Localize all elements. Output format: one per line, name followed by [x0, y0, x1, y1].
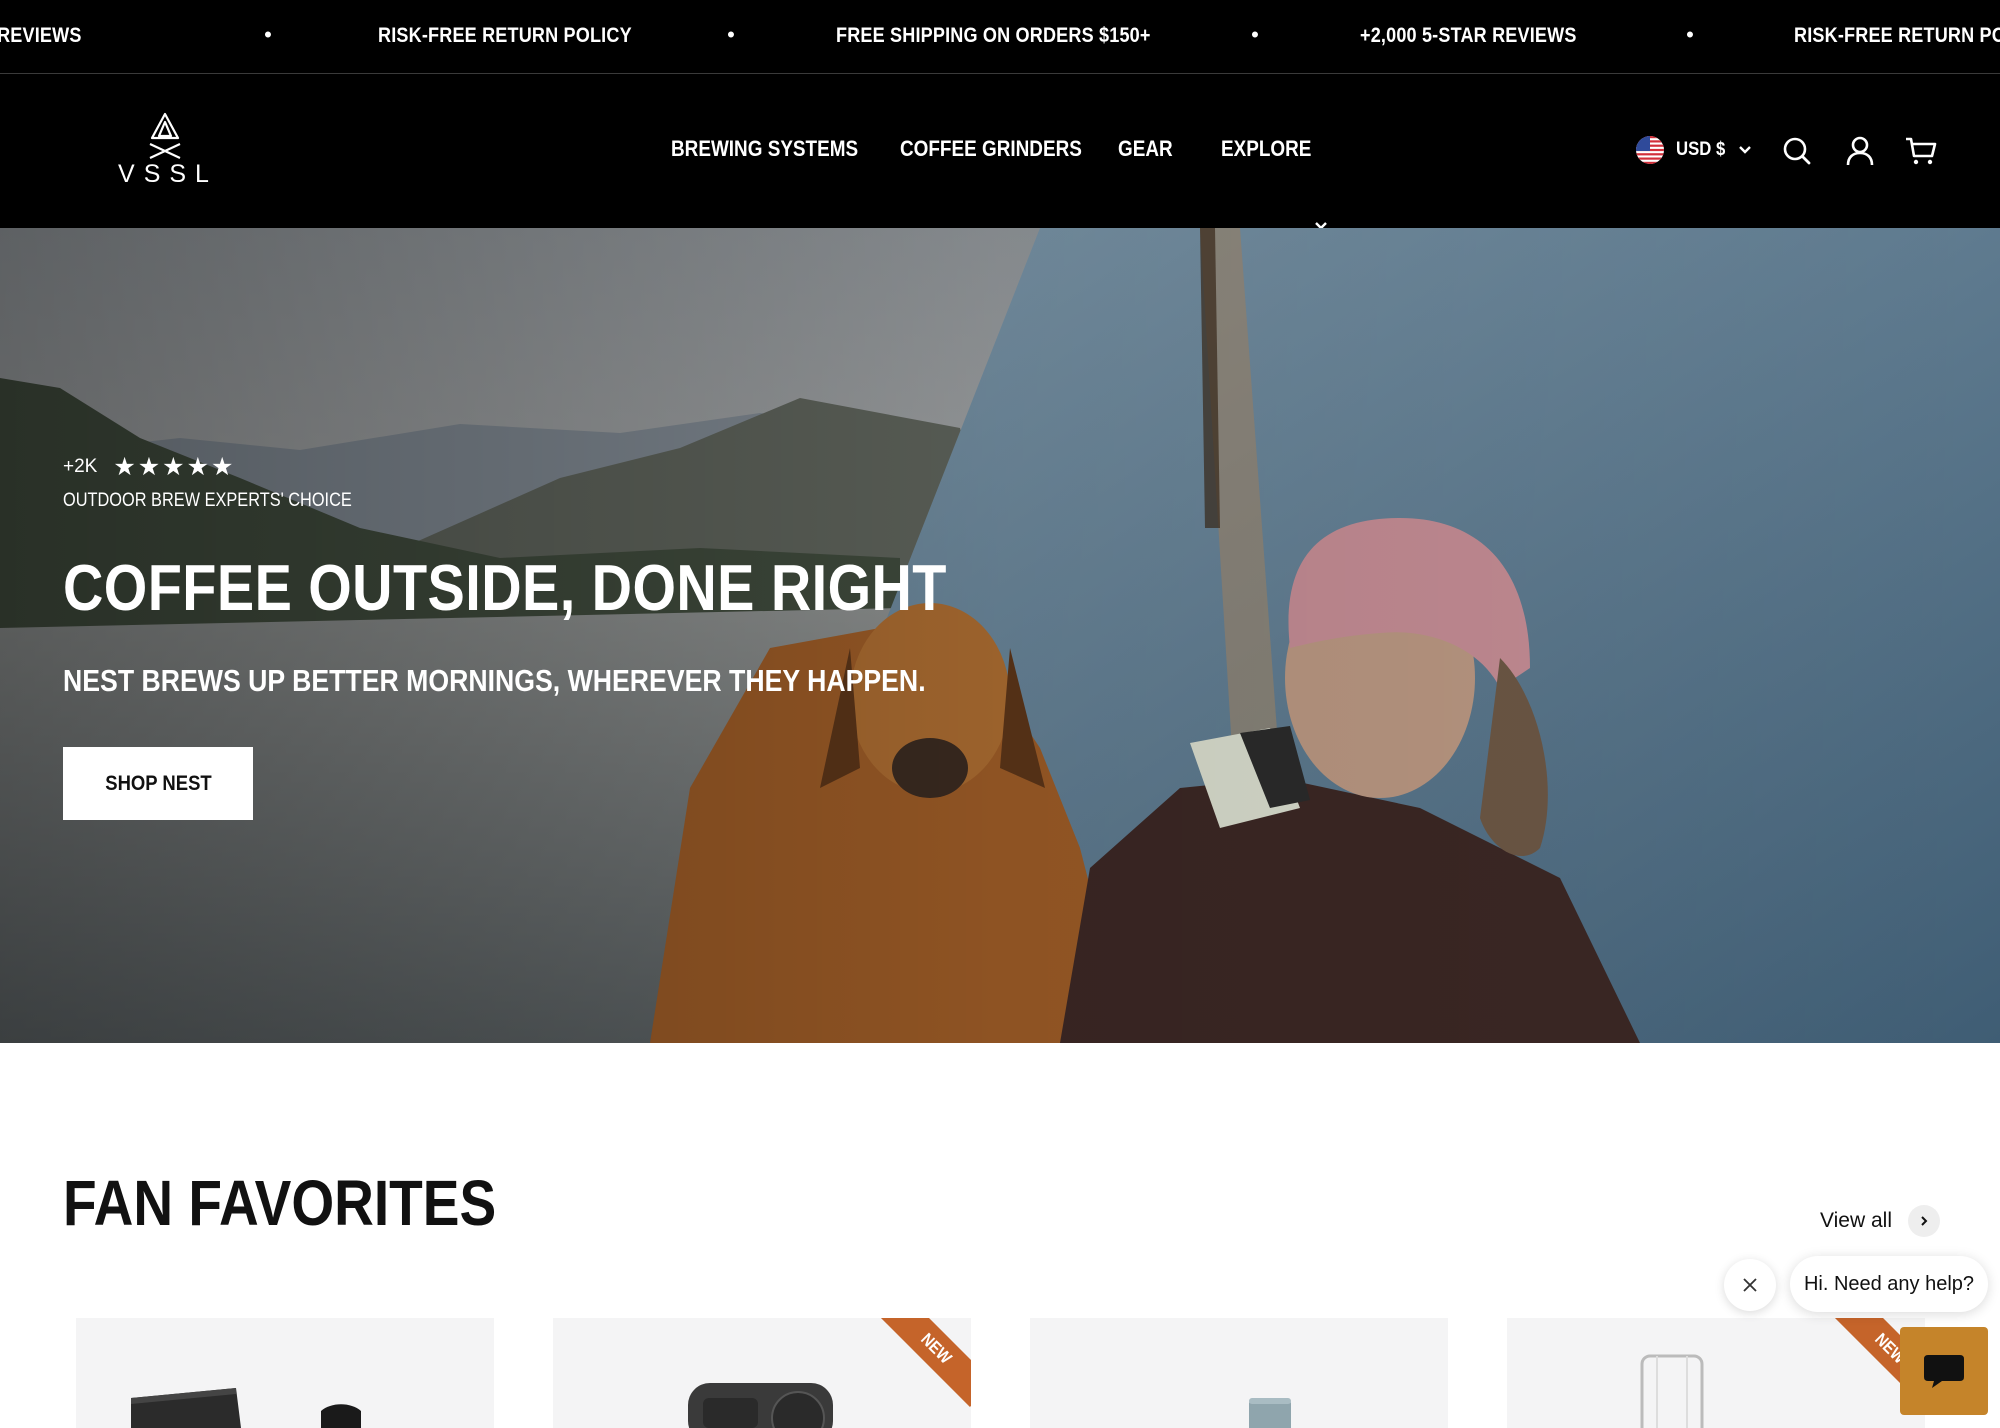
chat-dismiss-button[interactable] [1724, 1259, 1776, 1311]
view-all-button[interactable] [1907, 1205, 1940, 1237]
product-card[interactable] [76, 1318, 494, 1428]
currency-label: USD $ [1676, 139, 1726, 160]
nav-gear[interactable]: GEAR [1118, 136, 1173, 162]
hero-banner: +2K ★★★★★ OUTDOOR BREW EXPERTS' CHOICE C… [0, 228, 2000, 1043]
chat-message: Hi. Need any help? [1803, 1272, 1975, 1295]
product-card[interactable]: NEW [1507, 1318, 1925, 1428]
rating-count: +2K [63, 456, 98, 477]
hero-subtitle: NEST BREWS UP BETTER MORNINGS, WHEREVER … [63, 663, 926, 698]
nav-brewing-systems[interactable]: BREWING SYSTEMS [671, 136, 858, 162]
announcement-bar: +2,000 5-STAR REVIEWS • RISK-FREE RETURN… [0, 0, 2000, 74]
chevron-right-icon [1921, 1216, 1928, 1226]
search-icon[interactable] [1780, 134, 1814, 168]
announcement-message: +2,000 5-STAR REVIEWS [0, 24, 82, 47]
fan-favorites-title: FAN FAVORITES [63, 1167, 497, 1239]
announcement-separator: • [264, 22, 272, 47]
nav-coffee-grinders[interactable]: COFFEE GRINDERS [900, 136, 1082, 162]
star-rating-icon: ★★★★★ [113, 453, 236, 481]
chat-prompt[interactable]: Hi. Need any help? [1790, 1256, 1988, 1312]
shop-nest-label: SHOP NEST [104, 771, 212, 795]
site-header: VSSL BREWING SYSTEMS COFFEE GRINDERS GEA… [0, 74, 2000, 230]
chat-launcher-button[interactable] [1900, 1327, 1988, 1415]
nav-explore[interactable]: EXPLORE [1221, 136, 1311, 162]
shop-nest-button[interactable]: SHOP NEST [63, 747, 253, 820]
announcement-message: RISK-FREE RETURN POLICY [378, 24, 632, 47]
hero-tagline: OUTDOOR BREW EXPERTS' CHOICE [63, 490, 352, 511]
product-image [1249, 1398, 1291, 1428]
announcement-message: RISK-FREE RETURN POLICY [1794, 24, 2000, 47]
product-card[interactable]: NEW [553, 1318, 971, 1428]
us-flag-icon [1636, 136, 1664, 164]
announcement-separator: • [1686, 22, 1694, 47]
hero-title: COFFEE OUTSIDE, DONE RIGHT [63, 551, 947, 624]
announcement-message: +2,000 5-STAR REVIEWS [1360, 24, 1577, 47]
announcement-separator: • [727, 22, 735, 47]
product-image [131, 1388, 361, 1428]
hero-rating: +2K ★★★★★ [63, 452, 235, 482]
announcement-message: FREE SHIPPING ON ORDERS $150+ [836, 24, 1151, 47]
product-card[interactable] [1030, 1318, 1448, 1428]
currency-selector[interactable]: USD $ [1636, 136, 1752, 164]
cart-icon[interactable] [1904, 134, 1938, 168]
view-all-link[interactable]: View all [1820, 1205, 1940, 1237]
account-icon[interactable] [1843, 134, 1877, 168]
hero-image [0, 228, 2000, 1043]
close-icon [1743, 1278, 1757, 1292]
announcement-separator: • [1251, 22, 1259, 47]
chat-icon [1924, 1355, 1964, 1388]
view-all-label: View all [1820, 1209, 1892, 1232]
chevron-down-icon [1739, 146, 1751, 154]
